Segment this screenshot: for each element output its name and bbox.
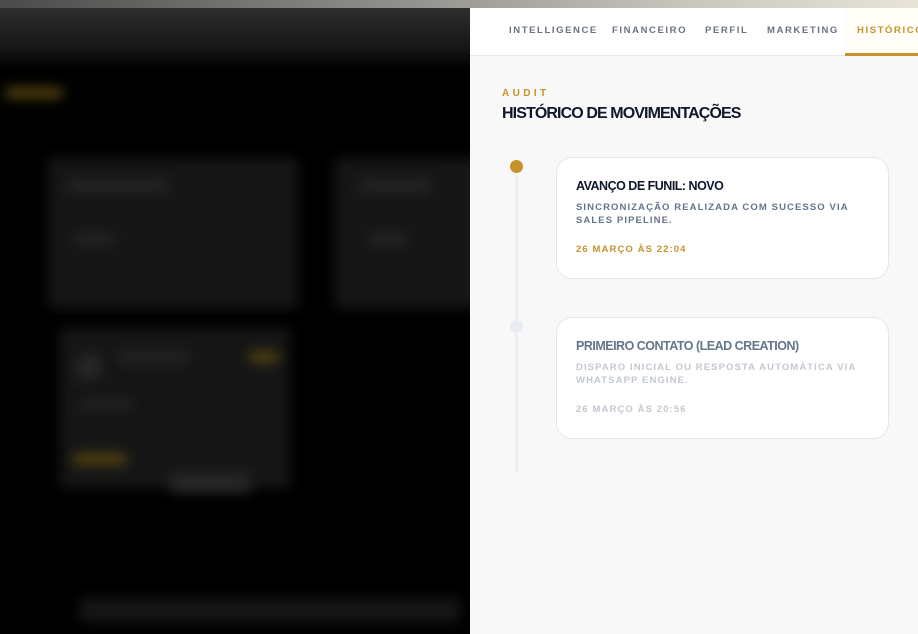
timeline-entry[interactable]: PRIMEIRO CONTATO (LEAD CREATION) DISPARO…	[556, 317, 889, 439]
lead-detail-drawer: INTELLIGENCE FINANCEIRO PERFIL MARKETING…	[470, 8, 918, 634]
backdrop-text	[68, 180, 168, 192]
timeline-entry-description: SINCRONIZAÇÃO REALIZADA COM SUCESSO VIA …	[576, 202, 849, 226]
tab-financeiro[interactable]: FINANCEIRO	[612, 8, 687, 56]
timeline-dot-inactive	[510, 320, 523, 333]
timeline-entry[interactable]: AVANÇO DE FUNIL: NOVO SINCRONIZAÇÃO REAL…	[556, 157, 889, 279]
timeline-dot-active	[510, 160, 523, 173]
tab-intelligence[interactable]: INTELLIGENCE	[509, 8, 598, 56]
timeline-entry-description: DISPARO INICIAL OU RESPOSTA AUTOMÁTICA V…	[576, 362, 857, 386]
backdrop-button	[170, 473, 250, 493]
tab-perfil[interactable]: PERFIL	[705, 8, 748, 56]
backdrop-header	[0, 8, 470, 70]
timeline-entry-timestamp: 26 MARÇO ÀS 20:56	[576, 404, 687, 415]
backdrop-text	[118, 352, 188, 362]
backdrop-avatar	[75, 353, 103, 381]
blurred-background-app[interactable]	[0, 8, 470, 634]
backdrop-text	[368, 234, 408, 244]
timeline-entry-title: PRIMEIRO CONTATO (LEAD CREATION)	[576, 339, 799, 353]
drawer-tab-bar: INTELLIGENCE FINANCEIRO PERFIL MARKETING…	[470, 8, 918, 56]
timeline-entry-timestamp: 26 MARÇO ÀS 22:04	[576, 244, 687, 255]
backdrop-badge	[250, 352, 278, 362]
timeline-entry-title: AVANÇO DE FUNIL: NOVO	[576, 179, 724, 193]
tab-marketing[interactable]: MARKETING	[767, 8, 839, 56]
backdrop-text	[75, 234, 115, 244]
window-top-strip	[0, 0, 918, 8]
backdrop-text	[82, 400, 132, 408]
backdrop-footer	[80, 598, 460, 622]
backdrop-price	[74, 454, 126, 464]
tab-historico[interactable]: HISTÓRICO	[845, 8, 918, 56]
section-kicker: AUDIT	[502, 88, 550, 99]
backdrop-logo	[6, 88, 62, 98]
backdrop-text	[360, 180, 430, 192]
section-title: HISTÓRICO DE MOVIMENTAÇÕES	[502, 105, 741, 122]
